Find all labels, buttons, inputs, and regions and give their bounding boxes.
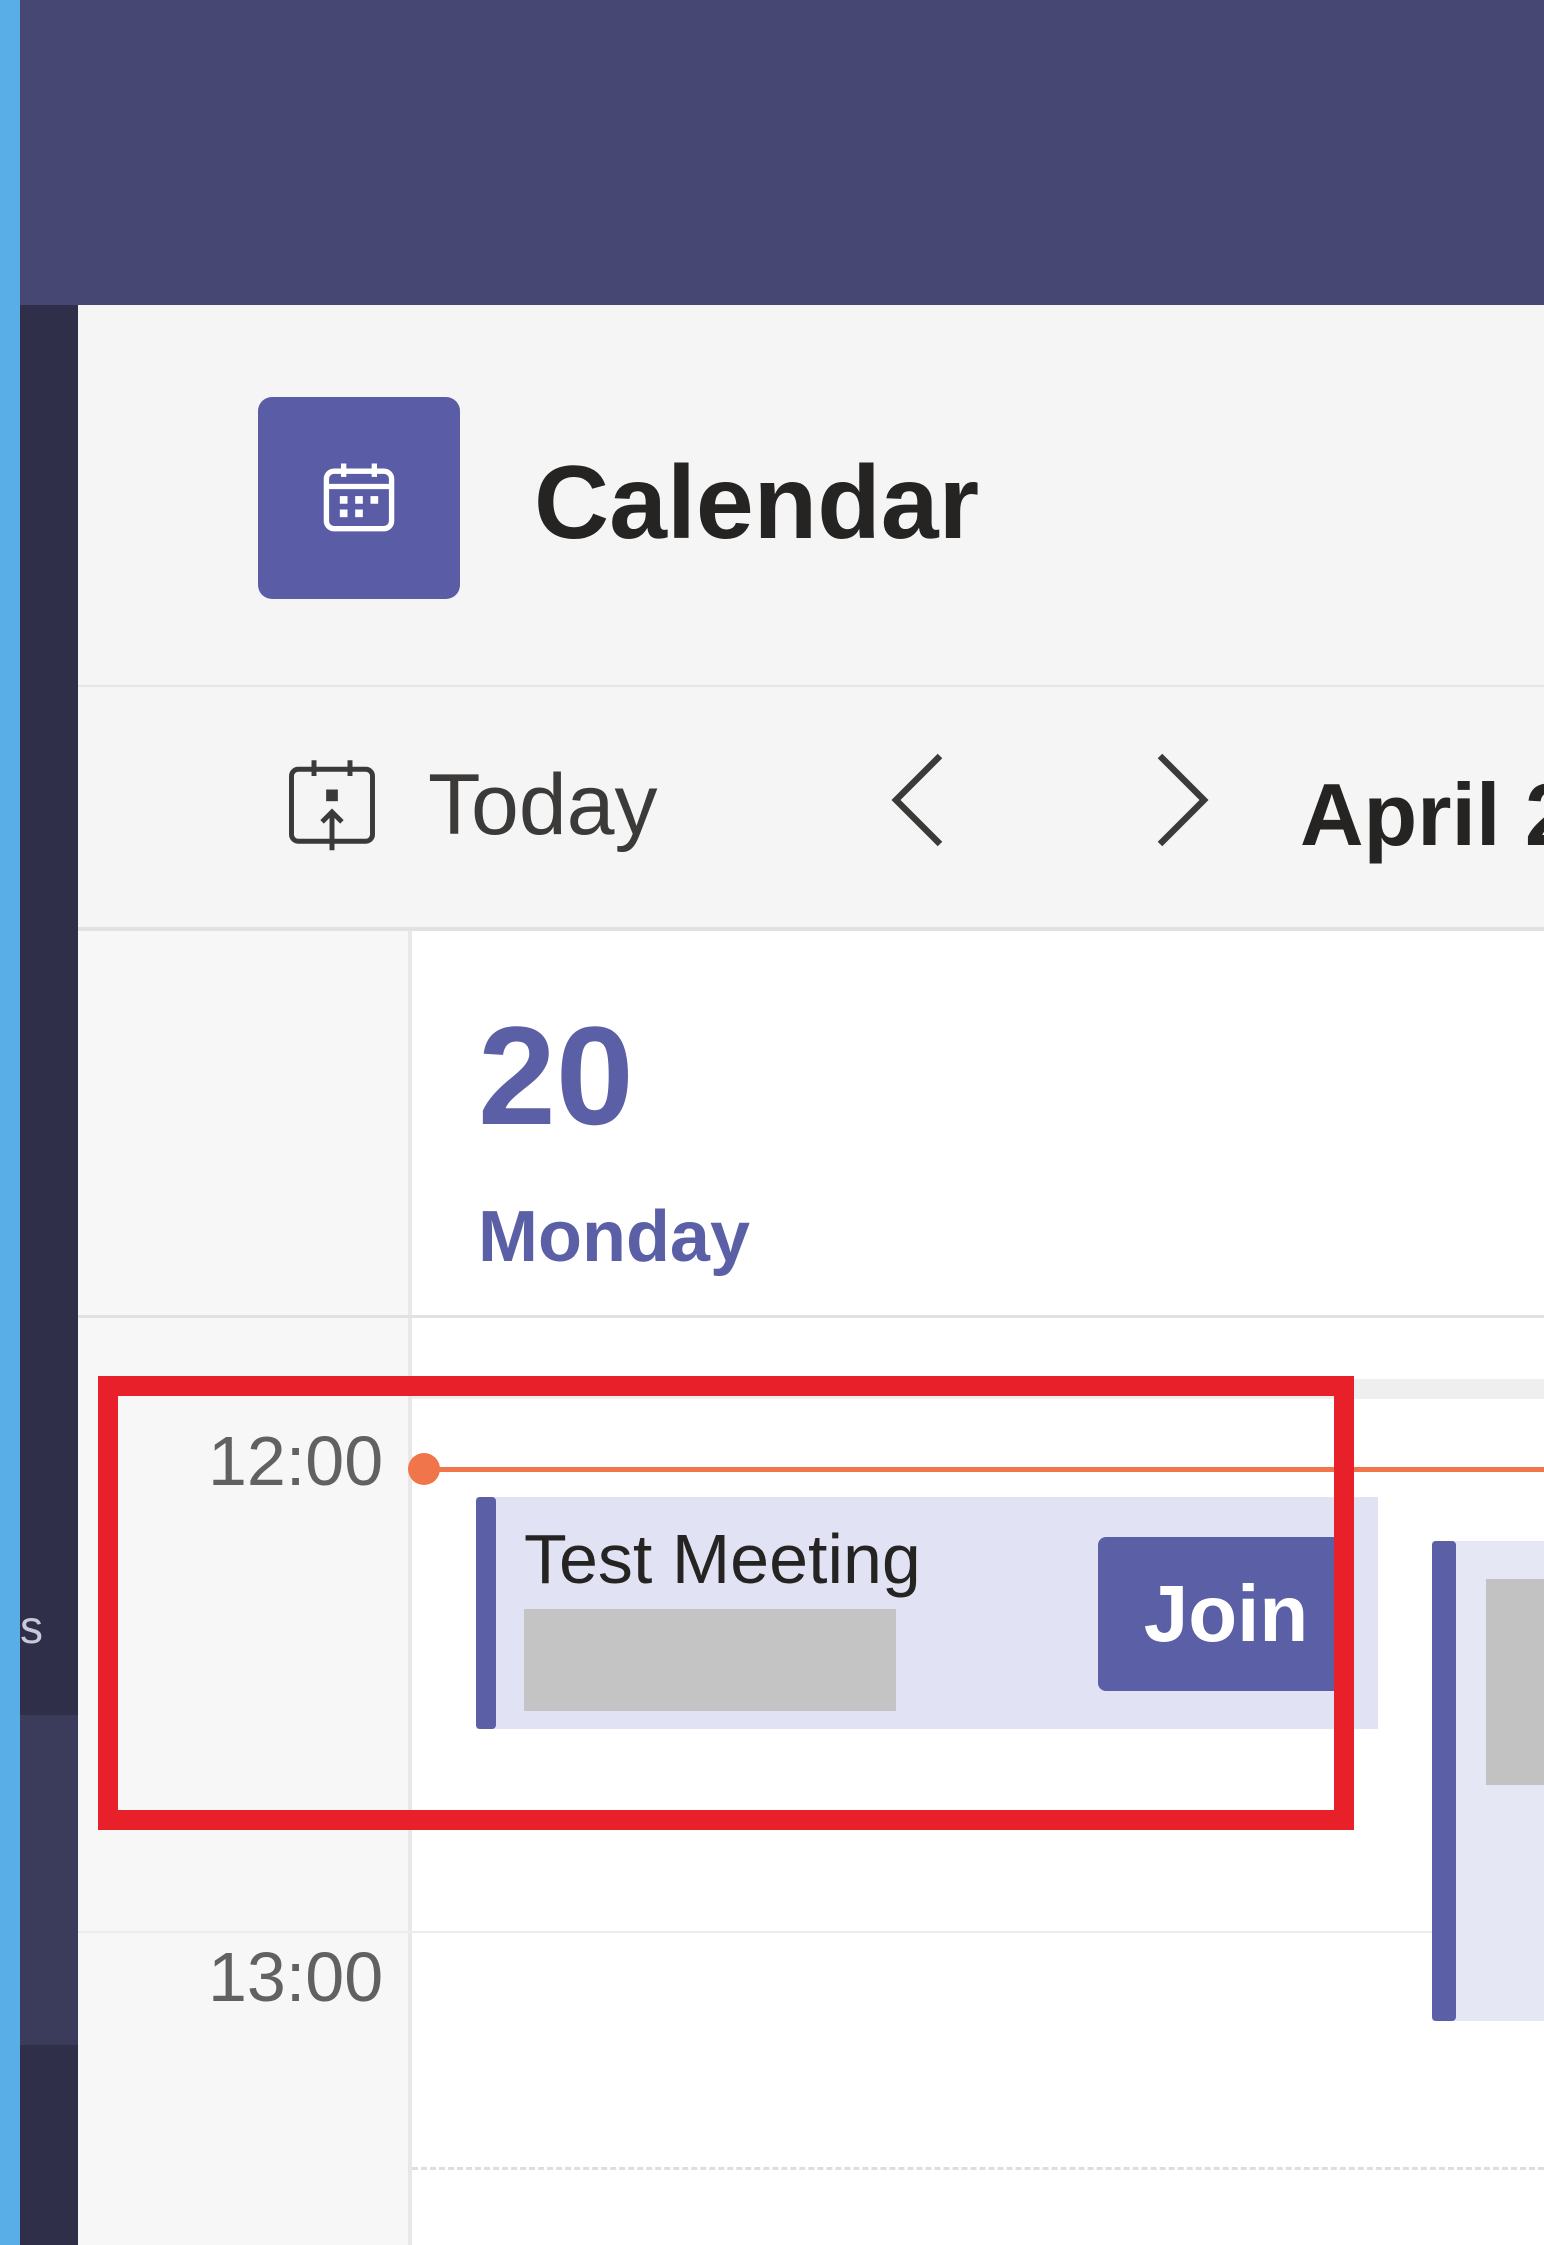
day-header-divider: [78, 1315, 1544, 1318]
page-title: Calendar: [534, 445, 980, 561]
teams-window: s Calendar Today April 20 Monday 12:00 1…: [20, 0, 1544, 2245]
today-label: Today: [428, 757, 658, 853]
calendar-view: Calendar Today April 20 Monday 12:00 13:…: [78, 305, 1544, 2245]
calendar-header: Calendar: [78, 305, 1544, 685]
hour-line: [78, 1931, 1544, 1933]
time-label-13: 13:00: [208, 1938, 384, 2016]
event-second[interactable]: [1432, 1541, 1544, 2021]
app-rail: [20, 305, 78, 2245]
calendar-today-icon: [278, 749, 386, 862]
calendar-icon: [258, 397, 460, 599]
redacted-event-detail: [1486, 1579, 1544, 1785]
previous-week-button[interactable]: [878, 747, 958, 857]
chevron-left-icon: [888, 750, 948, 855]
chevron-right-icon: [1152, 750, 1212, 855]
next-week-button[interactable]: [1142, 747, 1222, 857]
half-hour-line: [412, 2167, 1544, 2170]
day-name: Monday: [478, 1197, 751, 1277]
day-number[interactable]: 20: [478, 1001, 634, 1151]
month-year-label[interactable]: April 2: [1300, 765, 1544, 865]
rail-item-calendar[interactable]: [20, 1715, 78, 2045]
highlight-annotation-box: [98, 1376, 1354, 1830]
event-accent-bar: [1432, 1541, 1456, 2021]
today-button[interactable]: Today: [278, 745, 658, 865]
rail-item-label: s: [20, 1604, 43, 1650]
calendar-toolbar: Today April 2: [78, 687, 1544, 927]
